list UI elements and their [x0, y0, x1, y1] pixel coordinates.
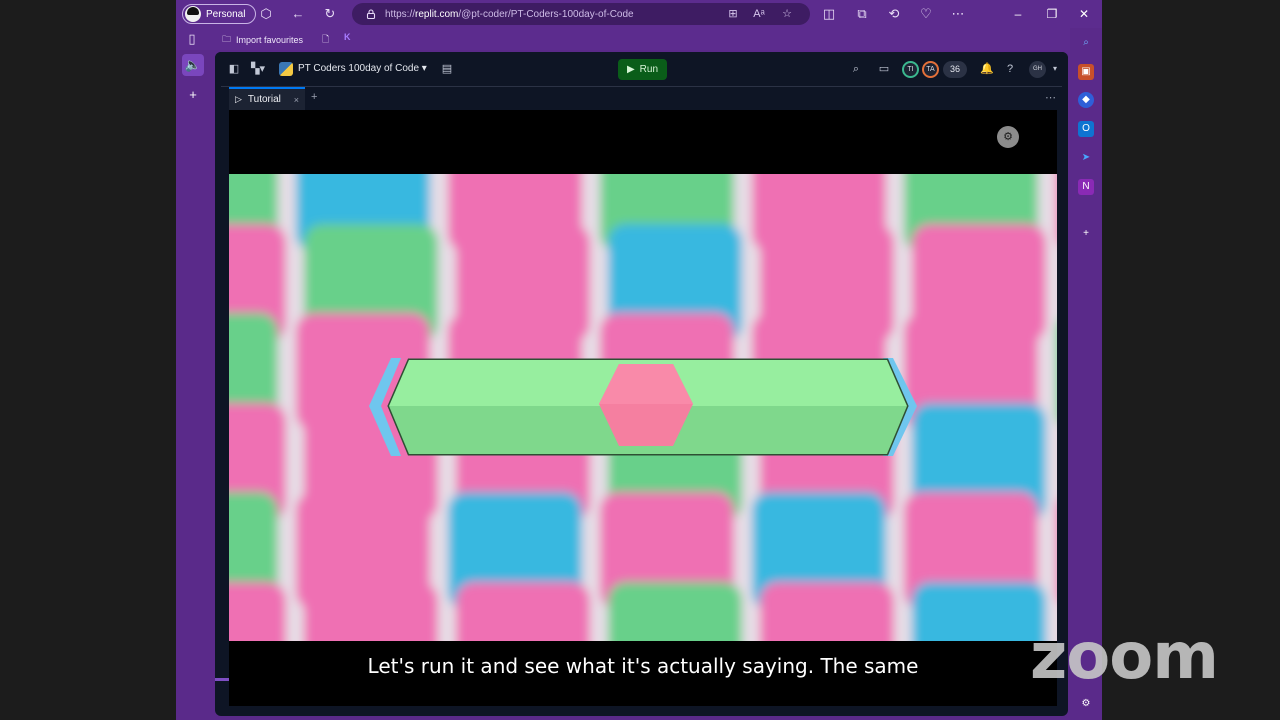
copilot-icon[interactable]: ◆ [1078, 92, 1094, 108]
background-tile [608, 582, 742, 641]
video-caption: Let's run it and see what it's actually … [367, 654, 919, 678]
lock-icon [366, 9, 376, 19]
close-tab-icon[interactable]: × [294, 95, 299, 105]
background-tile [1056, 504, 1057, 598]
close-icon[interactable]: ✕ [1076, 6, 1092, 22]
url-path: /@pt-coder/PT-Coders-100day-of-Code [458, 8, 634, 20]
url-prefix: https:// [385, 8, 416, 20]
video-pane: ⚙ Let's run it and see what it's actuall… [229, 110, 1057, 706]
browser-window: Personal ⬡ ← ↻ https://replit.com/@pt-co… [176, 0, 1102, 720]
chevron-down-icon[interactable]: ▾ [1048, 62, 1062, 76]
search-icon[interactable]: ⌕ [849, 62, 863, 76]
sidebar-toggle-icon[interactable]: ◧ [227, 62, 241, 76]
play-outline-icon: ▷ [235, 94, 242, 104]
run-label: Run [639, 64, 659, 75]
more-options-icon[interactable]: ⋯ [950, 6, 966, 22]
hex-bar [369, 358, 917, 456]
minimize-icon[interactable]: – [1010, 6, 1026, 22]
onenote-icon[interactable]: N [1078, 179, 1094, 195]
replit-workspace: ◧ ▚▾ PT Coders 100day of Code ▾ ▤ ▶ Run … [215, 52, 1068, 716]
background-tile [229, 582, 286, 641]
address-bar[interactable]: https://replit.com/@pt-coder/PT-Coders-1… [352, 3, 810, 25]
search-sidebar-icon[interactable]: ⌕ [1078, 35, 1094, 51]
refresh-icon[interactable]: ↻ [322, 6, 338, 22]
right-sidebar: ⌕ ▣ ◆ O ➤ N + ⚙ [1070, 28, 1102, 720]
browser-titlebar: Personal ⬡ ← ↻ https://replit.com/@pt-co… [176, 0, 1102, 28]
panel-resize-handle[interactable] [215, 678, 229, 681]
background-tile [456, 582, 590, 641]
notifications-bell-icon[interactable]: 🔔 [980, 62, 994, 76]
tab-bar: ▷ Tutorial × + ⋯ [221, 86, 1062, 110]
tab-tutorial[interactable]: ▷ Tutorial × [229, 87, 305, 110]
workspaces-icon[interactable]: ⬡ [258, 6, 274, 22]
add-tab-icon[interactable]: + [311, 91, 317, 103]
restore-icon[interactable]: ❐ [1044, 6, 1060, 22]
import-favourites-label: Import favourites [236, 35, 304, 45]
k-app-icon[interactable]: K [344, 32, 351, 42]
read-aloud-icon[interactable]: Aᵃ [752, 8, 766, 20]
page-icon[interactable]: 🗋 [322, 32, 329, 48]
collaborator-avatar[interactable]: TI [902, 61, 919, 78]
python-icon [279, 62, 293, 76]
url-domain: replit.com [415, 8, 459, 20]
outlook-icon[interactable]: O [1078, 121, 1094, 137]
split-screen-icon[interactable]: ◫ [821, 6, 837, 22]
run-button[interactable]: ▶ Run [618, 59, 667, 80]
extensions-icon[interactable]: ⧉ [854, 6, 870, 22]
play-icon: ▶ [626, 64, 635, 75]
app-available-icon[interactable]: ⊞ [726, 8, 740, 20]
profile-label: Personal [206, 8, 246, 20]
favorite-star-icon[interactable]: ☆ [780, 8, 794, 20]
game-scene [229, 174, 1057, 641]
replit-logo-icon[interactable]: ▚▾ [249, 62, 267, 76]
profile-button[interactable]: Personal [182, 4, 257, 24]
help-icon[interactable]: ? [1003, 62, 1017, 76]
left-sidebar: 🔈 + [176, 50, 210, 720]
project-name[interactable]: PT Coders 100day of Code ▾ [298, 63, 427, 74]
zoom-watermark: zoom [1030, 620, 1219, 694]
tools-icon[interactable]: ▣ [1078, 64, 1094, 80]
tab-options-icon[interactable]: ⋯ [1045, 91, 1056, 104]
import-favourites-link[interactable]: 🗀 Import favourites [222, 32, 303, 48]
replit-header: ◧ ▚▾ PT Coders 100day of Code ▾ ▤ ▶ Run … [215, 52, 1068, 86]
tab-actions-icon[interactable]: ▯ [184, 31, 200, 47]
new-tab-plus-icon[interactable]: + [182, 84, 204, 106]
collaborator-avatar[interactable]: TA [922, 61, 939, 78]
history-icon[interactable]: ⟲ [886, 6, 902, 22]
background-tile [912, 582, 1046, 641]
tab-label: Tutorial [247, 94, 281, 105]
user-avatar[interactable]: GH [1029, 61, 1046, 78]
add-sidebar-icon[interactable]: + [1078, 226, 1094, 242]
audio-tab-icon[interactable]: 🔈 [182, 54, 204, 76]
back-arrow-icon[interactable]: ← [290, 6, 306, 22]
avatar [185, 6, 201, 22]
collaborator-count[interactable]: 36 [943, 61, 967, 78]
background-tile [304, 582, 438, 641]
send-icon[interactable]: ➤ [1078, 150, 1094, 166]
webview-settings-icon[interactable]: ⚙ [997, 126, 1019, 148]
folder-icon: 🗀 [222, 34, 232, 44]
background-tile [760, 582, 894, 641]
game-canvas[interactable] [229, 174, 1057, 641]
project-name-text: PT Coders 100day of Code [298, 63, 420, 74]
database-icon[interactable]: ▤ [440, 62, 454, 76]
url-text: https://replit.com/@pt-coder/PT-Coders-1… [385, 9, 634, 20]
favourites-bar: ▯ 🗀 Import favourites 🗋 K [176, 28, 1102, 50]
browser-essentials-icon[interactable]: ♡ [918, 6, 934, 22]
background-tile [1056, 325, 1057, 419]
chat-icon[interactable]: ▭ [877, 62, 891, 76]
sidebar-settings-icon[interactable]: ⚙ [1078, 696, 1094, 712]
